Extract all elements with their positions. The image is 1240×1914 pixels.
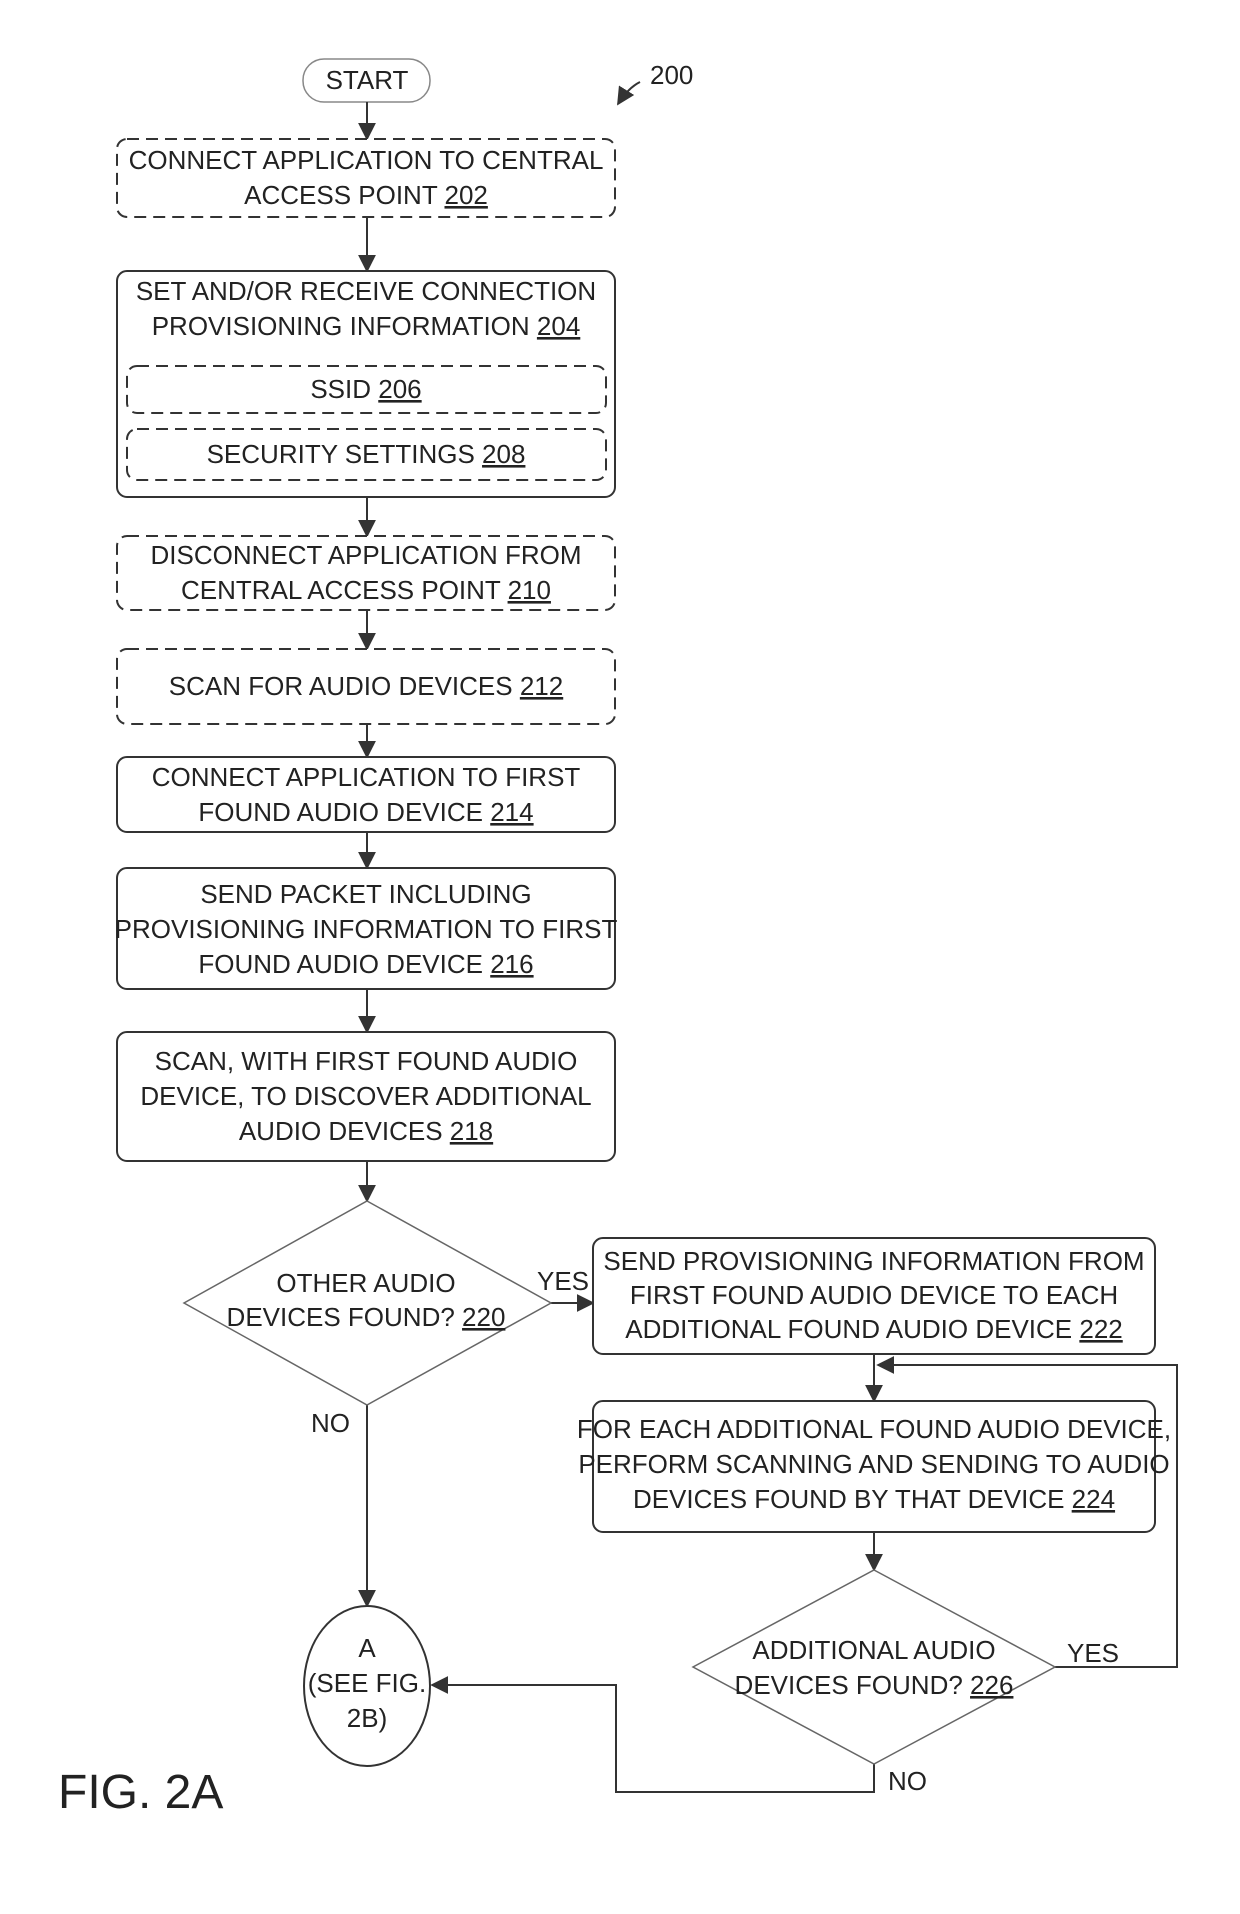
svg-text:SEND PACKET INCLUDING: SEND PACKET INCLUDING bbox=[200, 879, 531, 909]
step-204-ref: 204 bbox=[537, 311, 580, 341]
edge-label-no-220: NO bbox=[311, 1408, 350, 1438]
decision-226-line1: ADDITIONAL AUDIO bbox=[752, 1635, 995, 1665]
decision-220-line2: DEVICES FOUND? bbox=[227, 1302, 463, 1332]
svg-text:(SEE FIG.: (SEE FIG. bbox=[308, 1668, 426, 1698]
svg-text:CENTRAL ACCESS POINT 210: CENTRAL ACCESS POINT 210 bbox=[181, 575, 551, 605]
step-202-ref: 202 bbox=[444, 180, 487, 210]
step-222-line2: FIRST FOUND AUDIO DEVICE TO EACH bbox=[630, 1280, 1118, 1310]
step-218-ref: 218 bbox=[450, 1116, 493, 1146]
step-214-line2: FOUND AUDIO DEVICE bbox=[198, 797, 490, 827]
svg-text:OTHER AUDIO: OTHER AUDIO bbox=[276, 1268, 455, 1298]
figure-label: FIG. 2A bbox=[58, 1766, 223, 1819]
svg-text:DEVICES FOUND BY THAT DEVICE 2: DEVICES FOUND BY THAT DEVICE 224 bbox=[633, 1484, 1115, 1514]
svg-text:2B): 2B) bbox=[347, 1703, 387, 1733]
step-214-ref: 214 bbox=[490, 797, 533, 827]
reference-arrow bbox=[617, 81, 641, 106]
step-222[interactable]: SEND PROVISIONING INFORMATION FROM FIRST… bbox=[592, 1237, 1156, 1355]
decision-220-line1: OTHER AUDIO bbox=[276, 1268, 455, 1298]
svg-text:DEVICE, TO DISCOVER ADDITIONAL: DEVICE, TO DISCOVER ADDITIONAL bbox=[140, 1081, 591, 1111]
decision-226-line2: DEVICES FOUND? bbox=[735, 1670, 971, 1700]
step-208-security-settings[interactable]: SECURITY SETTINGS 208 bbox=[126, 428, 607, 481]
svg-text:ACCESS POINT 202: ACCESS POINT 202 bbox=[244, 180, 488, 210]
step-206-ref: 206 bbox=[378, 374, 421, 404]
connector-a-line1: A bbox=[358, 1633, 376, 1663]
step-224-ref: 224 bbox=[1072, 1484, 1115, 1514]
decision-220[interactable]: OTHER AUDIO DEVICES FOUND? 220 bbox=[182, 1200, 553, 1406]
connector-a-line3: 2B) bbox=[347, 1703, 387, 1733]
step-208-label: SECURITY SETTINGS bbox=[207, 439, 482, 469]
step-218-line3: AUDIO DEVICES bbox=[239, 1116, 450, 1146]
start-terminal[interactable]: START bbox=[302, 58, 431, 103]
reference-number: 200 bbox=[650, 60, 693, 90]
svg-text:CONNECT APPLICATION TO FIRST: CONNECT APPLICATION TO FIRST bbox=[152, 762, 581, 792]
flowchart: 200 START CONNECT APPLICATION TO CENTRAL… bbox=[58, 58, 1178, 1819]
step-204[interactable]: SET AND/OR RECEIVE CONNECTION PROVISIONI… bbox=[116, 270, 616, 498]
step-216-line2: PROVISIONING INFORMATION TO FIRST bbox=[115, 914, 618, 944]
svg-text:SET AND/OR RECEIVE CONNECTION: SET AND/OR RECEIVE CONNECTION bbox=[136, 276, 596, 306]
step-218[interactable]: SCAN, WITH FIRST FOUND AUDIO DEVICE, TO … bbox=[116, 1031, 616, 1162]
start-label: START bbox=[326, 65, 409, 95]
decision-226[interactable]: ADDITIONAL AUDIO DEVICES FOUND? 226 bbox=[691, 1569, 1057, 1765]
step-224[interactable]: FOR EACH ADDITIONAL FOUND AUDIO DEVICE, … bbox=[577, 1400, 1171, 1533]
step-216-line3: FOUND AUDIO DEVICE bbox=[198, 949, 490, 979]
step-210-line1: DISCONNECT APPLICATION FROM bbox=[151, 540, 582, 570]
svg-text:ADDITIONAL FOUND AUDIO DEVICE: ADDITIONAL FOUND AUDIO DEVICE 222 bbox=[625, 1314, 1123, 1344]
step-218-line2: DEVICE, TO DISCOVER ADDITIONAL bbox=[140, 1081, 591, 1111]
connector-a-line2: (SEE FIG. bbox=[308, 1668, 426, 1698]
svg-text:A: A bbox=[358, 1633, 376, 1663]
step-208-ref: 208 bbox=[482, 439, 525, 469]
step-214-line1: CONNECT APPLICATION TO FIRST bbox=[152, 762, 581, 792]
step-214[interactable]: CONNECT APPLICATION TO FIRST FOUND AUDIO… bbox=[116, 756, 616, 833]
svg-text:ADDITIONAL AUDIO: ADDITIONAL AUDIO bbox=[752, 1635, 995, 1665]
svg-text:AUDIO DEVICES 218: AUDIO DEVICES 218 bbox=[239, 1116, 493, 1146]
step-218-line1: SCAN, WITH FIRST FOUND AUDIO bbox=[155, 1046, 578, 1076]
svg-text:FOR EACH ADDITIONAL FOUND AUDI: FOR EACH ADDITIONAL FOUND AUDIO DEVICE, bbox=[577, 1414, 1171, 1444]
svg-text:SCAN FOR AUDIO DEVICES 212: SCAN FOR AUDIO DEVICES 212 bbox=[169, 671, 563, 701]
step-216-line1: SEND PACKET INCLUDING bbox=[200, 879, 531, 909]
svg-text:DEVICES FOUND? 226: DEVICES FOUND? 226 bbox=[735, 1670, 1014, 1700]
step-212-ref: 212 bbox=[520, 671, 563, 701]
step-224-line2: PERFORM SCANNING AND SENDING TO AUDIO bbox=[578, 1449, 1169, 1479]
edge-label-no-226: NO bbox=[888, 1766, 927, 1796]
edge-label-yes-220: YES bbox=[537, 1266, 589, 1296]
step-202[interactable]: CONNECT APPLICATION TO CENTRAL ACCESS PO… bbox=[116, 138, 616, 218]
step-212[interactable]: SCAN FOR AUDIO DEVICES 212 bbox=[116, 648, 616, 725]
connector-a[interactable]: A (SEE FIG. 2B) bbox=[303, 1605, 431, 1767]
step-210-line2: CENTRAL ACCESS POINT bbox=[181, 575, 508, 605]
svg-text:FIRST FOUND AUDIO DEVICE TO EA: FIRST FOUND AUDIO DEVICE TO EACH bbox=[630, 1280, 1118, 1310]
step-202-line2: ACCESS POINT bbox=[244, 180, 444, 210]
reference-marker: 200 bbox=[617, 60, 693, 106]
step-210-ref: 210 bbox=[508, 575, 551, 605]
decision-220-ref: 220 bbox=[462, 1302, 505, 1332]
step-204-line2: PROVISIONING INFORMATION bbox=[152, 311, 537, 341]
step-216-ref: 216 bbox=[490, 949, 533, 979]
step-222-ref: 222 bbox=[1079, 1314, 1122, 1344]
svg-text:PROVISIONING INFORMATION 204: PROVISIONING INFORMATION 204 bbox=[152, 311, 581, 341]
step-224-line1: FOR EACH ADDITIONAL FOUND AUDIO DEVICE, bbox=[577, 1414, 1171, 1444]
svg-text:SEND PROVISIONING INFORMATION: SEND PROVISIONING INFORMATION FROM bbox=[603, 1246, 1144, 1276]
svg-text:FOUND AUDIO DEVICE 216: FOUND AUDIO DEVICE 216 bbox=[198, 949, 533, 979]
decision-226-ref: 226 bbox=[970, 1670, 1013, 1700]
svg-text:SECURITY SETTINGS 208: SECURITY SETTINGS 208 bbox=[207, 439, 526, 469]
step-202-line1: CONNECT APPLICATION TO CENTRAL bbox=[129, 145, 604, 175]
step-216[interactable]: SEND PACKET INCLUDING PROVISIONING INFOR… bbox=[115, 867, 618, 990]
svg-text:PROVISIONING INFORMATION TO FI: PROVISIONING INFORMATION TO FIRST bbox=[115, 914, 618, 944]
svg-text:PERFORM SCANNING AND SENDING T: PERFORM SCANNING AND SENDING TO AUDIO bbox=[578, 1449, 1169, 1479]
step-222-line1: SEND PROVISIONING INFORMATION FROM bbox=[603, 1246, 1144, 1276]
svg-text:DISCONNECT APPLICATION FROM: DISCONNECT APPLICATION FROM bbox=[151, 540, 582, 570]
svg-text:SCAN, WITH FIRST FOUND AUDIO: SCAN, WITH FIRST FOUND AUDIO bbox=[155, 1046, 578, 1076]
svg-text:DEVICES FOUND? 220: DEVICES FOUND? 220 bbox=[227, 1302, 506, 1332]
edge-label-yes-226: YES bbox=[1067, 1638, 1119, 1668]
step-204-line1: SET AND/OR RECEIVE CONNECTION bbox=[136, 276, 596, 306]
svg-text:FOUND AUDIO DEVICE 214: FOUND AUDIO DEVICE 214 bbox=[198, 797, 533, 827]
svg-text:SSID 206: SSID 206 bbox=[310, 374, 421, 404]
step-206-ssid[interactable]: SSID 206 bbox=[126, 365, 607, 414]
step-206-label: SSID bbox=[310, 374, 378, 404]
svg-text:CONNECT APPLICATION TO CENTRAL: CONNECT APPLICATION TO CENTRAL bbox=[129, 145, 604, 175]
step-224-line3: DEVICES FOUND BY THAT DEVICE bbox=[633, 1484, 1072, 1514]
step-210[interactable]: DISCONNECT APPLICATION FROM CENTRAL ACCE… bbox=[116, 535, 616, 611]
step-222-line3: ADDITIONAL FOUND AUDIO DEVICE bbox=[625, 1314, 1079, 1344]
step-212-line1: SCAN FOR AUDIO DEVICES bbox=[169, 671, 520, 701]
